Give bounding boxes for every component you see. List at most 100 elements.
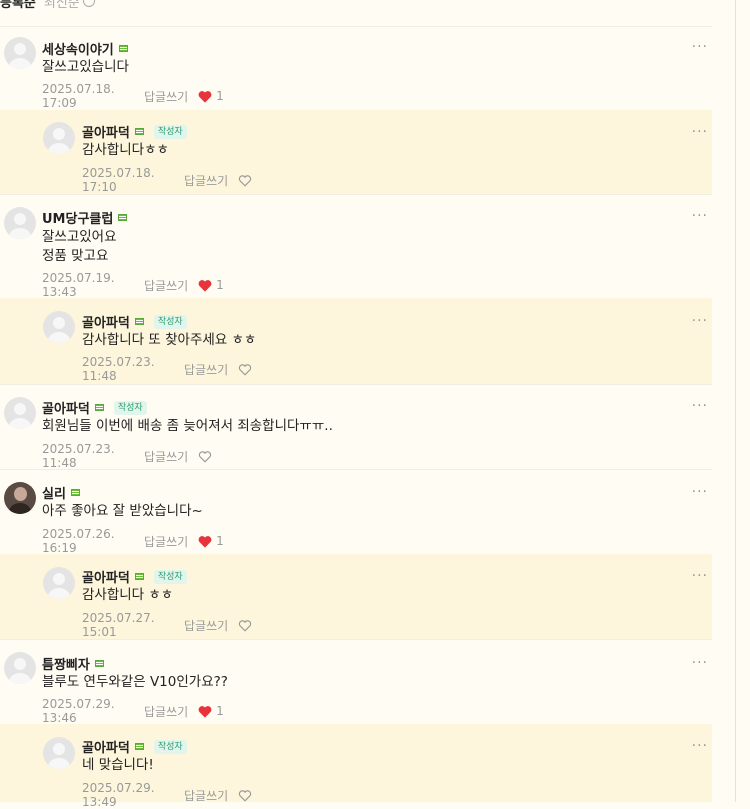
comment-meta: 2025.07.29. 13:46 답글쓰기 1 <box>42 697 224 725</box>
more-options-icon[interactable]: ··· <box>692 399 708 413</box>
heart-outline-icon <box>239 363 252 376</box>
comment-text: 감사합니다ㅎㅎ <box>82 142 169 158</box>
comment-author: 틈짱삐자 <box>42 654 104 673</box>
comment-author: 실리 <box>42 483 80 502</box>
member-level-icon <box>134 743 144 750</box>
like-button[interactable]: 1 <box>198 704 224 718</box>
comment-text: 잘쓰고있어요 정품 맞고요 <box>42 229 117 264</box>
comment-author: 골아파덕 작성자 <box>82 312 187 331</box>
avatar[interactable] <box>43 122 75 154</box>
more-options-icon[interactable]: ··· <box>692 209 708 223</box>
comment-date: 2025.07.29. 13:49 <box>82 781 155 809</box>
avatar[interactable] <box>4 37 36 69</box>
more-options-icon[interactable]: ··· <box>692 656 708 670</box>
heart-filled-icon <box>198 705 212 718</box>
avatar[interactable] <box>43 737 75 769</box>
reply-button[interactable]: 답글쓰기 <box>184 617 228 634</box>
author-name[interactable]: 골아파덕 <box>82 122 130 141</box>
comment-date: 2025.07.26. 16:19 <box>42 527 115 555</box>
author-name[interactable]: UM당구클럽 <box>42 208 113 227</box>
heart-filled-icon <box>198 279 212 292</box>
reply-button[interactable]: 답글쓰기 <box>144 703 188 720</box>
comment-item: 틈짱삐자 블루도 연두와같은 V10인가요?? 2025.07.29. 13:4… <box>0 639 712 725</box>
like-count: 1 <box>216 278 224 292</box>
comment-text: 잘쓰고있습니다 <box>42 59 129 75</box>
like-button[interactable]: 1 <box>198 534 224 548</box>
comment-author: 골아파덕 작성자 <box>82 567 187 586</box>
comment-text: 감사합니다 또 찾아주세요 ㅎㅎ <box>82 332 257 348</box>
heart-outline-icon <box>239 174 252 187</box>
more-options-icon[interactable]: ··· <box>692 569 708 583</box>
avatar[interactable] <box>43 567 75 599</box>
more-options-icon[interactable]: ··· <box>692 739 708 753</box>
heart-outline-icon <box>239 619 252 632</box>
author-name[interactable]: 세상속이야기 <box>42 39 114 58</box>
more-options-icon[interactable]: ··· <box>692 125 708 139</box>
comment-meta: 2025.07.18. 17:09 답글쓰기 1 <box>42 82 224 110</box>
like-button[interactable] <box>238 363 252 376</box>
author-name[interactable]: 틈짱삐자 <box>42 654 90 673</box>
avatar[interactable] <box>43 311 75 343</box>
more-options-icon[interactable]: ··· <box>692 485 708 499</box>
comment-author: 골아파덕 작성자 <box>82 122 187 141</box>
avatar[interactable] <box>4 397 36 429</box>
member-level-icon <box>134 318 144 325</box>
reply-button[interactable]: 답글쓰기 <box>144 88 188 105</box>
more-options-icon[interactable]: ··· <box>692 40 708 54</box>
comment-author: 세상속이야기 <box>42 39 128 58</box>
author-badge: 작성자 <box>153 739 187 754</box>
comment-item: 세상속이야기 잘쓰고있습니다 2025.07.18. 17:09 답글쓰기 1 … <box>0 26 712 110</box>
comment-text: 감사합니다 ㅎㅎ <box>82 587 174 603</box>
sort-oldest-tab[interactable]: 등록순 <box>0 0 36 11</box>
comment-text: 아주 좋아요 잘 받았습니다~ <box>42 503 203 519</box>
reply-button[interactable]: 답글쓰기 <box>144 448 188 465</box>
like-button[interactable] <box>238 789 252 802</box>
like-button[interactable] <box>238 174 252 187</box>
like-button[interactable] <box>238 619 252 632</box>
like-count: 1 <box>216 534 224 548</box>
sort-latest-tab[interactable]: 최신순 <box>44 0 95 11</box>
comment-author: UM당구클럽 <box>42 208 128 227</box>
author-name[interactable]: 실리 <box>42 483 66 502</box>
avatar[interactable] <box>4 652 36 684</box>
comment-meta: 2025.07.19. 13:43 답글쓰기 1 <box>42 271 224 299</box>
reply-button[interactable]: 답글쓰기 <box>144 533 188 550</box>
comment-item: 골아파덕 작성자 회원님들 이번에 배송 좀 늦어져서 죄송합니다ㅠㅠ.. 20… <box>0 384 712 470</box>
heart-outline-icon <box>239 789 252 802</box>
comment-date: 2025.07.18. 17:09 <box>42 82 115 110</box>
reply-button[interactable]: 답글쓰기 <box>184 787 228 804</box>
member-level-icon <box>118 214 128 221</box>
comment-meta: 2025.07.27. 15:01 답글쓰기 <box>82 611 252 639</box>
member-level-icon <box>134 573 144 580</box>
like-count: 1 <box>216 89 224 103</box>
like-button[interactable] <box>198 450 212 463</box>
author-badge: 작성자 <box>153 124 187 139</box>
author-name[interactable]: 골아파덕 <box>42 398 90 417</box>
like-button[interactable]: 1 <box>198 89 224 103</box>
reply-button[interactable]: 답글쓰기 <box>184 361 228 378</box>
comment-item: 실리 아주 좋아요 잘 받았습니다~ 2025.07.26. 16:19 답글쓰… <box>0 469 712 555</box>
author-name[interactable]: 골아파덕 <box>82 567 130 586</box>
author-badge: 작성자 <box>153 314 187 329</box>
member-level-icon <box>94 404 104 411</box>
reply-button[interactable]: 답글쓰기 <box>184 172 228 189</box>
avatar[interactable] <box>4 207 36 239</box>
reply-item: 골아파덕 작성자 감사합니다ㅎㅎ 2025.07.18. 17:10 답글쓰기 … <box>0 110 712 194</box>
reply-button[interactable]: 답글쓰기 <box>144 277 188 294</box>
member-level-icon <box>94 660 104 667</box>
member-level-icon <box>134 128 144 135</box>
author-name[interactable]: 골아파덕 <box>82 737 130 756</box>
reply-item: 골아파덕 작성자 감사합니다 또 찾아주세요 ㅎㅎ 2025.07.23. 11… <box>0 298 712 384</box>
comment-text: 네 맞습니다! <box>82 757 154 773</box>
comment-date: 2025.07.27. 15:01 <box>82 611 155 639</box>
author-name[interactable]: 골아파덕 <box>82 312 130 331</box>
comment-author: 골아파덕 작성자 <box>42 398 147 417</box>
avatar[interactable] <box>4 482 36 514</box>
comment-author: 골아파덕 작성자 <box>82 737 187 756</box>
like-button[interactable]: 1 <box>198 278 224 292</box>
comment-item: UM당구클럽 잘쓰고있어요 정품 맞고요 2025.07.19. 13:43 답… <box>0 194 712 299</box>
author-badge: 작성자 <box>153 569 187 584</box>
more-options-icon[interactable]: ··· <box>692 314 708 328</box>
comment-date: 2025.07.29. 13:46 <box>42 697 115 725</box>
heart-outline-icon <box>199 450 212 463</box>
